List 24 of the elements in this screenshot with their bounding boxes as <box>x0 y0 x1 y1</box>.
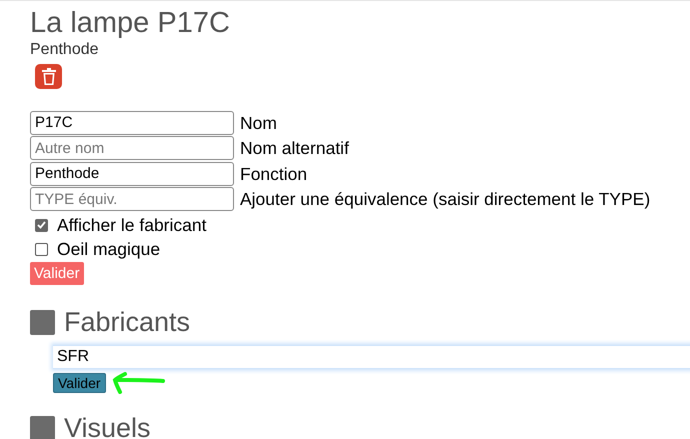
checkbox-label: Oeil magique <box>57 238 160 261</box>
text-field[interactable]: Autre nom <box>30 136 234 160</box>
field-label: Fonction <box>240 162 308 186</box>
section-square-icon <box>30 416 55 439</box>
section-square-icon <box>30 310 55 334</box>
section-title: Visuels <box>64 412 151 439</box>
trash-icon <box>42 68 56 85</box>
subtitle: Penthode <box>30 41 99 59</box>
field-label: Nom alternatif <box>240 137 349 160</box>
field-label: Nom <box>240 112 277 135</box>
annotation-arrow <box>110 372 166 394</box>
text-field[interactable]: P17C <box>30 110 234 135</box>
check-icon <box>37 221 46 229</box>
checkbox-label: Afficher le fabricant <box>57 214 206 237</box>
checkbox[interactable] <box>35 218 48 232</box>
submit-button[interactable]: Valider <box>53 373 106 393</box>
text-field[interactable]: TYPE équiv. <box>30 187 234 212</box>
text-field[interactable]: SFR <box>53 345 690 369</box>
page-title: La lampe P17C <box>30 6 231 41</box>
delete-button[interactable] <box>35 64 62 89</box>
checkbox[interactable] <box>35 242 48 256</box>
section-title: Fabricants <box>64 306 190 338</box>
field-label: Ajouter une équivalence (saisir directement le TYPE) <box>240 188 650 212</box>
text-field[interactable]: Penthode <box>30 162 234 186</box>
